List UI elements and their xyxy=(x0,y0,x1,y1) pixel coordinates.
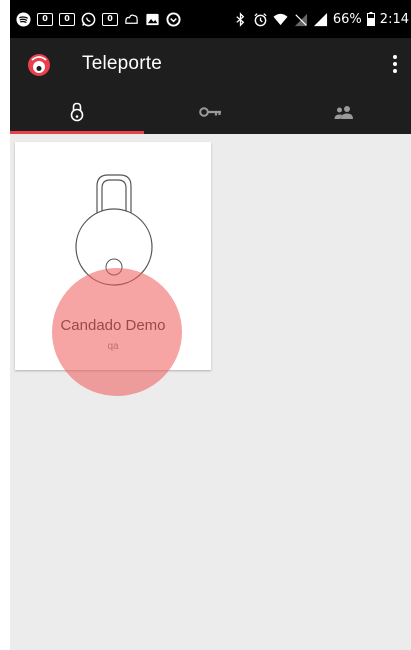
tab-users[interactable] xyxy=(277,90,411,134)
alarm-icon xyxy=(254,12,267,26)
people-icon xyxy=(334,106,354,119)
overflow-menu-button[interactable] xyxy=(385,50,405,78)
battery-icon xyxy=(366,12,375,26)
spotify-icon xyxy=(16,11,31,27)
outlook-icon: 0 xyxy=(59,12,75,26)
clock: 2:14 xyxy=(379,11,409,27)
app-screen: 0 0 0 66% 2:14 Teleporte Candado Demo qa xyxy=(10,0,411,650)
wifi-icon xyxy=(273,13,288,25)
tab-bar xyxy=(10,90,411,134)
dot-icon xyxy=(393,69,397,73)
opera-icon xyxy=(166,11,181,27)
lock-subtitle: qa xyxy=(107,341,119,352)
lock-name: Candado Demo xyxy=(60,317,166,334)
battery-percent: 66% xyxy=(332,11,362,27)
padlock-icon xyxy=(75,174,153,286)
bluetooth-icon xyxy=(236,11,245,27)
lock-card[interactable]: Candado Demo qa xyxy=(15,142,211,370)
key-icon xyxy=(198,107,221,117)
tab-keys[interactable] xyxy=(144,90,278,134)
status-bar: 0 0 0 66% 2:14 xyxy=(10,0,411,38)
app-bar: Teleporte xyxy=(10,38,411,90)
tab-locks[interactable] xyxy=(10,90,144,134)
teleporte-logo-icon xyxy=(28,54,50,76)
outlook-icon: 0 xyxy=(37,12,53,26)
outlook-icon: 0 xyxy=(102,12,118,26)
dot-icon xyxy=(393,55,397,59)
dropbox-icon xyxy=(125,14,138,24)
signal-icon xyxy=(313,12,327,26)
no-sim-icon xyxy=(294,13,307,26)
gallery-icon xyxy=(146,13,159,25)
whatsapp-icon xyxy=(81,12,96,26)
padlock-icon xyxy=(70,102,84,122)
app-title: Teleporte xyxy=(82,53,162,74)
dot-icon xyxy=(393,62,397,66)
